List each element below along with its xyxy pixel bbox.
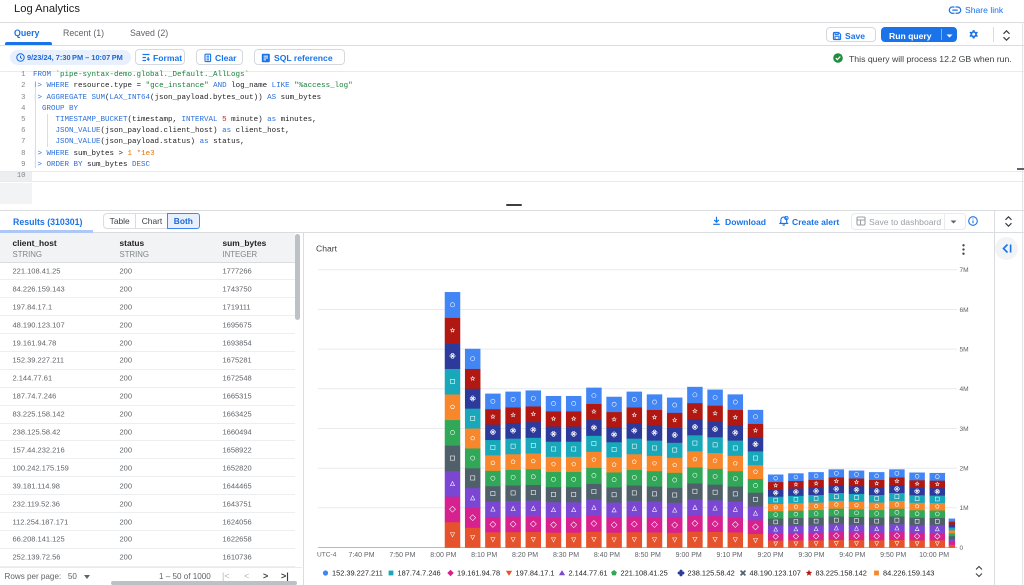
svg-text:5M: 5M (960, 347, 969, 354)
svg-text:9:00 PM: 9:00 PM (676, 552, 702, 559)
svg-text:9:10 PM: 9:10 PM (717, 552, 743, 559)
svg-text:152.39.227.211: 152.39.227.211 (332, 569, 383, 578)
svg-text:7M: 7M (960, 267, 969, 274)
svg-text:UTC-4: UTC-4 (317, 552, 337, 559)
svg-text:9:40 PM: 9:40 PM (839, 552, 865, 559)
svg-text:83.225.158.142: 83.225.158.142 (816, 569, 867, 578)
svg-text:7:50 PM: 7:50 PM (389, 552, 415, 559)
svg-text:1M: 1M (960, 505, 969, 512)
svg-text:9:20 PM: 9:20 PM (757, 552, 783, 559)
svg-text:48.190.123.107: 48.190.123.107 (750, 569, 801, 578)
svg-text:3M: 3M (960, 426, 969, 433)
svg-text:197.84.17.1: 197.84.17.1 (516, 569, 555, 578)
svg-text:4M: 4M (960, 386, 969, 393)
svg-text:221.108.41.25: 221.108.41.25 (621, 569, 668, 578)
svg-text:19.161.94.78: 19.161.94.78 (457, 569, 500, 578)
svg-text:2M: 2M (960, 466, 969, 473)
svg-text:84.226.159.143: 84.226.159.143 (883, 569, 934, 578)
svg-text:8:50 PM: 8:50 PM (635, 552, 661, 559)
svg-text:10:00 PM: 10:00 PM (919, 552, 949, 559)
svg-text:6M: 6M (960, 307, 969, 314)
svg-text:0: 0 (960, 545, 964, 552)
svg-text:7:40 PM: 7:40 PM (348, 552, 374, 559)
svg-text:8:00 PM: 8:00 PM (430, 552, 456, 559)
svg-text:9:50 PM: 9:50 PM (880, 552, 906, 559)
svg-text:2.144.77.61: 2.144.77.61 (569, 569, 608, 578)
svg-text:8:40 PM: 8:40 PM (594, 552, 620, 559)
svg-text:9:30 PM: 9:30 PM (798, 552, 824, 559)
svg-text:8:10 PM: 8:10 PM (471, 552, 497, 559)
svg-text:187.74.7.246: 187.74.7.246 (398, 569, 441, 578)
svg-text:8:20 PM: 8:20 PM (512, 552, 538, 559)
svg-text:8:30 PM: 8:30 PM (553, 552, 579, 559)
svg-text:238.125.58.42: 238.125.58.42 (688, 569, 735, 578)
svg-text:Chart: Chart (316, 244, 338, 254)
